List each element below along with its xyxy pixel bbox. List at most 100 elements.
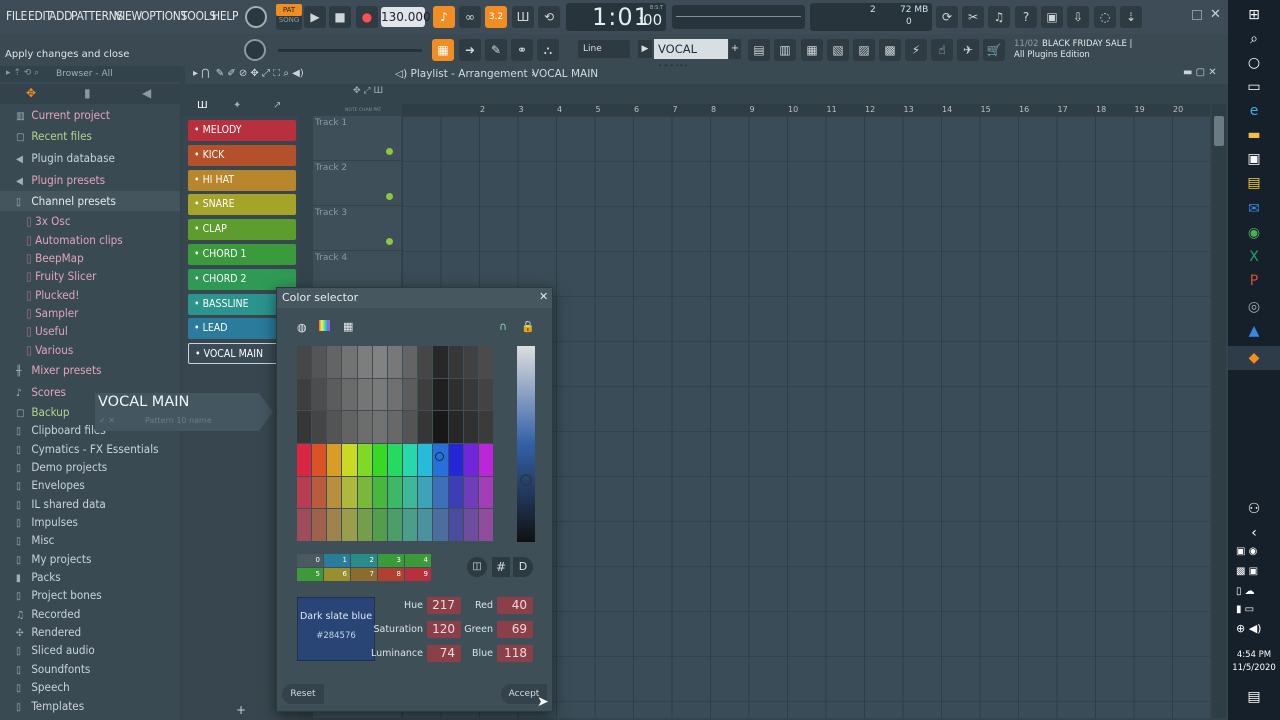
- menu-help[interactable]: HELP: [212, 9, 239, 23]
- palette-swatch[interactable]: [312, 444, 327, 476]
- browser-item-channel-presets[interactable]: ▯ Channel presets: [16, 194, 116, 208]
- mail-icon[interactable]: ✉: [1244, 200, 1264, 218]
- palette-swatch[interactable]: [387, 444, 403, 476]
- palette-swatch[interactable]: [463, 476, 478, 509]
- palette-swatch[interactable]: [463, 346, 478, 378]
- browser-item-recent-files[interactable]: ▢ Recent files: [16, 129, 92, 143]
- palette-swatch[interactable]: [403, 346, 418, 378]
- pat-song-toggle[interactable]: PAT SONG: [276, 4, 302, 30]
- browser-item-backup[interactable]: ▢ Backup: [16, 405, 70, 419]
- palette-swatch[interactable]: [478, 411, 493, 443]
- track-header[interactable]: Track 3: [313, 206, 401, 251]
- store-icon[interactable]: ▣: [1244, 150, 1264, 168]
- palette-swatch[interactable]: [297, 476, 312, 509]
- palette-swatch[interactable]: [387, 378, 403, 411]
- palette-swatch[interactable]: [403, 411, 418, 443]
- palette-swatch[interactable]: [448, 476, 463, 509]
- palette-swatch[interactable]: [312, 378, 327, 411]
- palette-swatch[interactable]: [418, 378, 433, 411]
- automation-clip-icon[interactable]: ↗: [273, 100, 281, 111]
- tray-icons[interactable]: ▮ ▭: [1236, 604, 1254, 615]
- saturation-field[interactable]: 120: [427, 621, 461, 638]
- palette-swatch[interactable]: [448, 346, 463, 378]
- fl-studio-icon[interactable]: ◆: [1244, 349, 1264, 367]
- palette-swatch[interactable]: [357, 509, 372, 541]
- tray-icons[interactable]: ▣ ◉: [1236, 546, 1257, 557]
- render-button[interactable]: ⇩: [1067, 6, 1089, 28]
- color-slot[interactable]: 6: [324, 568, 350, 581]
- master-slider-track[interactable]: [278, 49, 422, 52]
- palette-swatch[interactable]: [297, 444, 312, 476]
- master-volume-knob[interactable]: [245, 6, 267, 28]
- grid-palette-icon[interactable]: ▦: [343, 320, 353, 333]
- palette-swatch[interactable]: [342, 509, 357, 541]
- browser-subitem[interactable]: ▯ Plucked!: [26, 288, 79, 302]
- audio-clip-icon[interactable]: ✦: [233, 100, 241, 111]
- sticky-notes-icon[interactable]: ▤: [1244, 174, 1264, 192]
- palette-swatch[interactable]: [297, 346, 312, 378]
- browser-item-plugin-presets[interactable]: ◀ Plugin presets: [16, 173, 105, 187]
- palette-swatch[interactable]: [418, 411, 433, 443]
- color-slot[interactable]: 5: [297, 568, 323, 581]
- color-palette-grid[interactable]: [297, 346, 494, 542]
- palette-swatch[interactable]: [327, 509, 342, 541]
- palette-swatch[interactable]: [312, 509, 327, 541]
- rename-actions[interactable]: ✓ ✕: [99, 416, 115, 425]
- app-icon[interactable]: ▲: [1244, 322, 1264, 340]
- browser-item[interactable]: ✣ Rendered: [16, 625, 81, 639]
- palette-swatch[interactable]: [478, 346, 493, 378]
- palette-swatch[interactable]: [312, 411, 327, 443]
- pattern-item[interactable]: • CLAP: [188, 219, 296, 241]
- vertical-scrollbar[interactable]: [1212, 104, 1226, 718]
- green-field[interactable]: 69: [497, 621, 533, 638]
- palette-swatch[interactable]: [463, 411, 478, 443]
- reset-button[interactable]: Reset: [282, 684, 324, 704]
- chevron-left-icon[interactable]: ‹: [1244, 524, 1264, 542]
- link-icon[interactable]: ⚭: [511, 39, 533, 61]
- step-seq-button[interactable]: ▥: [774, 39, 796, 61]
- browser-item[interactable]: ▯ Demo projects: [16, 460, 107, 474]
- browser-tab-current-icon[interactable]: ▮: [84, 86, 91, 100]
- browser-item-scores[interactable]: ♪ Scores: [16, 385, 66, 399]
- palette-swatch[interactable]: [478, 509, 493, 541]
- color-slot[interactable]: 9: [405, 568, 431, 581]
- color-slot[interactable]: 1: [324, 554, 350, 567]
- menu-add[interactable]: ADD: [49, 9, 72, 23]
- palette-swatch[interactable]: [342, 411, 357, 443]
- step-edit-button[interactable]: Ш: [512, 6, 534, 28]
- close-app-button[interactable]: ✕: [1210, 7, 1221, 22]
- palette-swatch[interactable]: [327, 476, 342, 509]
- color-slot[interactable]: 4: [405, 554, 431, 567]
- browser-subitem[interactable]: ▯ Various: [26, 343, 73, 357]
- track-header-icons[interactable]: ✥ ⤢ Ш: [353, 86, 383, 96]
- task-view-icon[interactable]: ▭: [1244, 78, 1264, 96]
- track-mute-led[interactable]: [386, 193, 393, 200]
- palette-swatch[interactable]: [342, 378, 357, 411]
- palette-swatch[interactable]: [418, 444, 433, 476]
- pattern-item[interactable]: • HI HAT: [188, 169, 296, 191]
- browser-item[interactable]: ▯ Envelopes: [16, 478, 85, 492]
- tray-icons[interactable]: ▩ ▣: [1236, 566, 1258, 577]
- cut-tool-button[interactable]: ✂: [962, 6, 984, 28]
- palette-swatch[interactable]: [387, 411, 403, 443]
- touch-button[interactable]: ☝: [931, 39, 953, 61]
- timeline-ruler[interactable]: 23456789101112131415161718192021: [402, 104, 1222, 116]
- palette-sphere-icon[interactable]: ◍: [297, 321, 307, 334]
- track-mute-led[interactable]: [386, 148, 393, 155]
- palette-swatch[interactable]: [327, 444, 342, 476]
- magnet-icon[interactable]: ∩: [499, 320, 507, 333]
- palette-swatch[interactable]: [387, 509, 403, 541]
- luminance-slider[interactable]: [517, 346, 535, 542]
- palette-swatch[interactable]: [478, 476, 493, 509]
- browser-item[interactable]: ▯ Misc: [16, 533, 54, 547]
- paint-tool-icon[interactable]: ✎: [485, 39, 507, 61]
- default-button[interactable]: D: [513, 557, 533, 577]
- palette-swatch[interactable]: [403, 509, 418, 541]
- red-field[interactable]: 40: [497, 597, 533, 614]
- palette-swatch[interactable]: [297, 378, 312, 411]
- snap-select[interactable]: Line: [578, 40, 630, 58]
- pattern-picker-icon[interactable]: Ш: [197, 100, 208, 111]
- browser-item[interactable]: ▮ Packs: [16, 570, 61, 584]
- color-slot[interactable]: 0: [297, 554, 323, 567]
- browser-button[interactable]: ▩: [879, 39, 901, 61]
